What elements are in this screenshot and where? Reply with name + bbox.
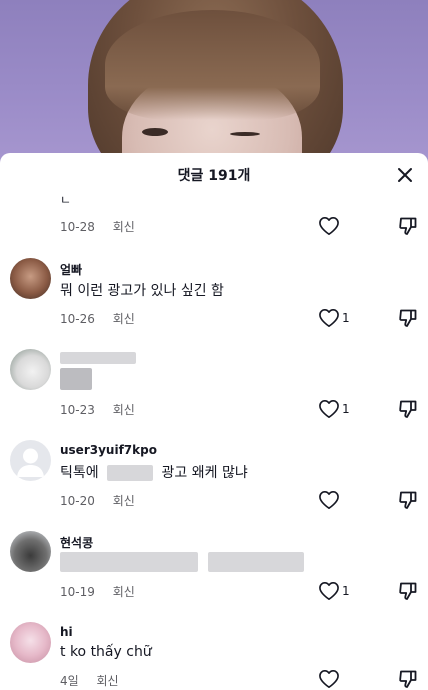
- comment-text-after: 광고 왜케 많냐: [161, 465, 248, 481]
- dislike-button[interactable]: [398, 308, 418, 328]
- comment-username-redacted[interactable]: [60, 350, 136, 364]
- comment-item: 10-23 회신 1: [0, 344, 428, 434]
- heart-icon: [319, 491, 339, 509]
- comment-date: 10-20: [60, 494, 95, 508]
- heart-icon: [319, 309, 339, 327]
- comments-sheet: 댓글 191개 ㄴ 10-28 회신 얼빠 뭐 이런 광고가 있나 싶긴 함 1…: [0, 153, 428, 690]
- comment-text: t ko thấy chữ: [60, 644, 152, 660]
- comment-text-before: 틱톡에: [60, 465, 99, 481]
- comment-text: ㄴ: [60, 193, 72, 207]
- dislike-button[interactable]: [398, 399, 418, 419]
- dislike-button[interactable]: [398, 216, 418, 236]
- comment-meta: 10-26 회신: [60, 310, 135, 327]
- heart-icon: [319, 217, 339, 235]
- comment-username[interactable]: 현석콩: [60, 534, 93, 551]
- close-button[interactable]: [394, 164, 416, 186]
- reply-button[interactable]: 회신: [97, 674, 119, 688]
- comment-date: 10-28: [60, 220, 95, 234]
- reply-button[interactable]: 회신: [113, 585, 135, 599]
- comment-item: hi t ko thấy chữ 4일 회신: [0, 617, 428, 690]
- reply-button[interactable]: 회신: [113, 220, 135, 234]
- video-eye-left: [142, 128, 168, 136]
- comment-meta: 10-19 회신: [60, 583, 135, 600]
- user-avatar[interactable]: [10, 349, 51, 390]
- comment-date: 10-26: [60, 312, 95, 326]
- comment-meta: 4일 회신: [60, 672, 119, 689]
- comment-item: 얼빠 뭐 이런 광고가 있나 싶긴 함 10-26 회신 1: [0, 253, 428, 343]
- comment-text: 틱톡에 광고 왜케 많냐: [60, 462, 248, 482]
- comment-username[interactable]: user3yuif7kpo: [60, 443, 157, 457]
- like-count: 1: [342, 311, 350, 325]
- like-button[interactable]: 1: [318, 581, 354, 603]
- comment-date: 10-23: [60, 403, 95, 417]
- reply-button[interactable]: 회신: [113, 494, 135, 508]
- heart-icon: [319, 670, 339, 688]
- comment-text-redacted: [60, 368, 92, 390]
- video-bangs: [105, 10, 320, 120]
- comment-username[interactable]: 얼빠: [60, 261, 82, 278]
- reply-button[interactable]: 회신: [113, 312, 135, 326]
- dislike-button[interactable]: [398, 581, 418, 601]
- default-avatar-icon: [17, 448, 44, 477]
- thumbs-down-icon: [399, 217, 417, 235]
- thumbs-down-icon: [399, 582, 417, 600]
- comments-title: 댓글 191개: [177, 168, 251, 184]
- like-count: 1: [342, 402, 350, 416]
- like-button[interactable]: [318, 490, 354, 512]
- dislike-button[interactable]: [398, 490, 418, 510]
- comment-date: 4일: [60, 674, 79, 688]
- comment-text-redacted: [60, 552, 305, 572]
- comment-text: 뭐 이런 광고가 있나 싶긴 함: [60, 283, 224, 299]
- like-button[interactable]: 1: [318, 399, 354, 421]
- comment-date: 10-19: [60, 585, 95, 599]
- thumbs-down-icon: [399, 491, 417, 509]
- heart-icon: [319, 400, 339, 418]
- thumbs-down-icon: [399, 309, 417, 327]
- like-button[interactable]: 1: [318, 308, 354, 330]
- video-background: [0, 0, 428, 175]
- comment-meta: 10-23 회신: [60, 401, 135, 418]
- comment-meta: 10-28 회신: [60, 218, 135, 235]
- heart-icon: [319, 582, 339, 600]
- thumbs-down-icon: [399, 670, 417, 688]
- user-avatar[interactable]: [10, 258, 51, 299]
- user-avatar[interactable]: [10, 622, 51, 663]
- like-count: 1: [342, 584, 350, 598]
- like-button[interactable]: [318, 216, 354, 238]
- video-eye-right: [230, 132, 260, 136]
- redacted-word: [107, 465, 154, 481]
- like-button[interactable]: [318, 669, 354, 690]
- user-avatar[interactable]: [10, 531, 51, 572]
- comment-username[interactable]: hi: [60, 625, 73, 639]
- comment-item: user3yuif7kpo 틱톡에 광고 왜케 많냐 10-20 회신: [0, 435, 428, 525]
- comment-meta: 10-20 회신: [60, 492, 135, 509]
- thumbs-down-icon: [399, 400, 417, 418]
- dislike-button[interactable]: [398, 669, 418, 689]
- reply-button[interactable]: 회신: [113, 403, 135, 417]
- comment-item: 현석콩 10-19 회신 1: [0, 526, 428, 616]
- close-icon: [398, 168, 412, 182]
- user-avatar[interactable]: [10, 440, 51, 481]
